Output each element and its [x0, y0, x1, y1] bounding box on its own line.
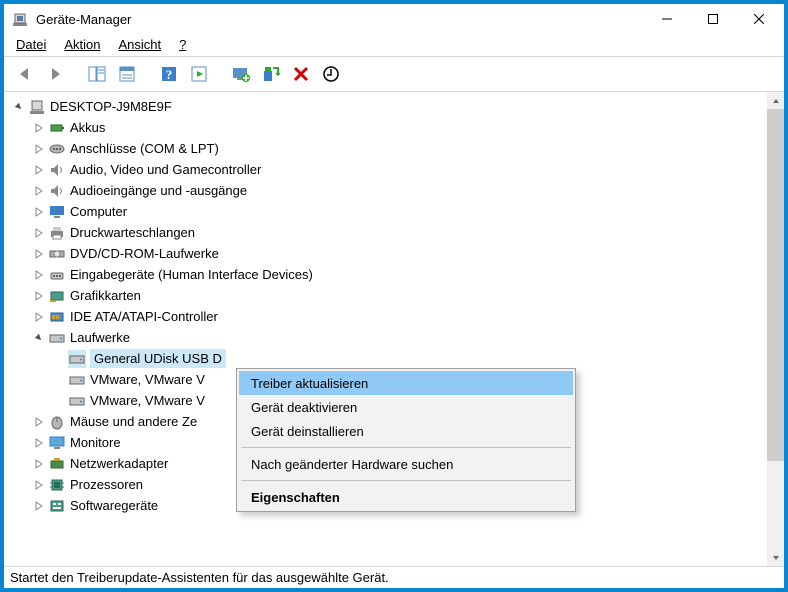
- statusbar: Startet den Treiberupdate-Assistenten fü…: [4, 566, 784, 588]
- expand-icon[interactable]: [32, 163, 46, 177]
- back-button[interactable]: [12, 61, 38, 87]
- tree-item-eingabe[interactable]: Eingabegeräte (Human Interface Devices): [4, 264, 767, 285]
- drive-icon: [68, 392, 86, 410]
- menubar: Datei Aktion Ansicht ?: [4, 34, 784, 56]
- menu-help[interactable]: ?: [171, 35, 194, 54]
- battery-icon: [48, 119, 66, 137]
- tree-item-laufwerke[interactable]: Laufwerke: [4, 327, 767, 348]
- expand-icon[interactable]: [32, 226, 46, 240]
- display-adapter-icon: [48, 287, 66, 305]
- expand-icon[interactable]: [32, 205, 46, 219]
- printer-icon: [48, 224, 66, 242]
- statusbar-text: Startet den Treiberupdate-Assistenten fü…: [10, 570, 389, 585]
- tree-item-ide[interactable]: IDE ATA/ATAPI-Controller: [4, 306, 767, 327]
- expand-icon[interactable]: [32, 415, 46, 429]
- expand-icon[interactable]: [32, 457, 46, 471]
- expand-icon[interactable]: [32, 499, 46, 513]
- expand-icon[interactable]: [32, 184, 46, 198]
- tree-item-dvd[interactable]: DVD/CD-ROM-Laufwerke: [4, 243, 767, 264]
- tree-item-udisk[interactable]: General UDisk USB D: [4, 348, 767, 369]
- speaker-icon: [48, 182, 66, 200]
- computer-icon: [28, 98, 46, 116]
- forward-button[interactable]: [42, 61, 68, 87]
- expand-icon[interactable]: [32, 121, 46, 135]
- uninstall-button[interactable]: [288, 61, 314, 87]
- tree-item-druck[interactable]: Druckwarteschlangen: [4, 222, 767, 243]
- drive-icon: [68, 371, 86, 389]
- ctx-treiber-aktualisieren[interactable]: Treiber aktualisieren: [239, 371, 573, 395]
- expand-icon[interactable]: [32, 268, 46, 282]
- scroll-thumb[interactable]: [767, 109, 784, 461]
- scan-hardware-button[interactable]: [258, 61, 284, 87]
- context-menu: Treiber aktualisieren Gerät deaktivieren…: [236, 368, 576, 512]
- update-driver-button[interactable]: [228, 61, 254, 87]
- expand-icon[interactable]: [32, 436, 46, 450]
- tree-item-anschluesse[interactable]: Anschlüsse (COM & LPT): [4, 138, 767, 159]
- expand-icon[interactable]: [32, 310, 46, 324]
- help-button[interactable]: ?: [156, 61, 182, 87]
- tree-item-audio-video[interactable]: Audio, Video und Gamecontroller: [4, 159, 767, 180]
- expand-icon[interactable]: [32, 247, 46, 261]
- maximize-button[interactable]: [690, 4, 736, 34]
- toolbar: ?: [4, 56, 784, 92]
- tree-item-akkus[interactable]: Akkus: [4, 117, 767, 138]
- ctx-hardware-suchen[interactable]: Nach geänderter Hardware suchen: [239, 452, 573, 476]
- window-title: Geräte-Manager: [36, 12, 644, 27]
- ctx-geraet-deinstallieren[interactable]: Gerät deinstallieren: [239, 419, 573, 443]
- tree-root[interactable]: DESKTOP-J9M8E9F: [4, 96, 767, 117]
- port-icon: [48, 140, 66, 158]
- tree-item-audioein[interactable]: Audioeingänge und -ausgänge: [4, 180, 767, 201]
- ctx-separator: [241, 480, 571, 481]
- collapse-icon[interactable]: [12, 100, 26, 114]
- scroll-down-icon[interactable]: [767, 549, 784, 566]
- cpu-icon: [48, 476, 66, 494]
- drive-icon: [68, 350, 86, 368]
- collapse-icon[interactable]: [32, 331, 46, 345]
- expand-icon[interactable]: [32, 478, 46, 492]
- vertical-scrollbar[interactable]: [767, 92, 784, 566]
- menu-datei[interactable]: Datei: [8, 35, 54, 54]
- titlebar: Geräte-Manager: [4, 4, 784, 34]
- disc-icon: [48, 245, 66, 263]
- ctx-geraet-deaktivieren[interactable]: Gerät deaktivieren: [239, 395, 573, 419]
- minimize-button[interactable]: [644, 4, 690, 34]
- show-hide-console-button[interactable]: [84, 61, 110, 87]
- disable-button[interactable]: [318, 61, 344, 87]
- software-device-icon: [48, 497, 66, 515]
- properties-button[interactable]: [114, 61, 140, 87]
- ctx-eigenschaften[interactable]: Eigenschaften: [239, 485, 573, 509]
- tree-item-grafik[interactable]: Grafikkarten: [4, 285, 767, 306]
- svg-text:?: ?: [166, 67, 173, 82]
- expand-icon[interactable]: [32, 289, 46, 303]
- drive-icon: [48, 329, 66, 347]
- monitor-icon: [48, 203, 66, 221]
- app-icon: [12, 11, 28, 27]
- scroll-up-icon[interactable]: [767, 92, 784, 109]
- menu-ansicht[interactable]: Ansicht: [111, 35, 170, 54]
- monitor-icon: [48, 434, 66, 452]
- action-button[interactable]: [186, 61, 212, 87]
- speaker-icon: [48, 161, 66, 179]
- network-icon: [48, 455, 66, 473]
- expand-icon[interactable]: [32, 142, 46, 156]
- mouse-icon: [48, 413, 66, 431]
- close-button[interactable]: [736, 4, 782, 34]
- ctx-separator: [241, 447, 571, 448]
- hid-icon: [48, 266, 66, 284]
- tree-item-computer[interactable]: Computer: [4, 201, 767, 222]
- device-tree[interactable]: DESKTOP-J9M8E9F Akkus Anschlüsse (COM & …: [4, 92, 767, 566]
- controller-icon: [48, 308, 66, 326]
- menu-aktion[interactable]: Aktion: [56, 35, 108, 54]
